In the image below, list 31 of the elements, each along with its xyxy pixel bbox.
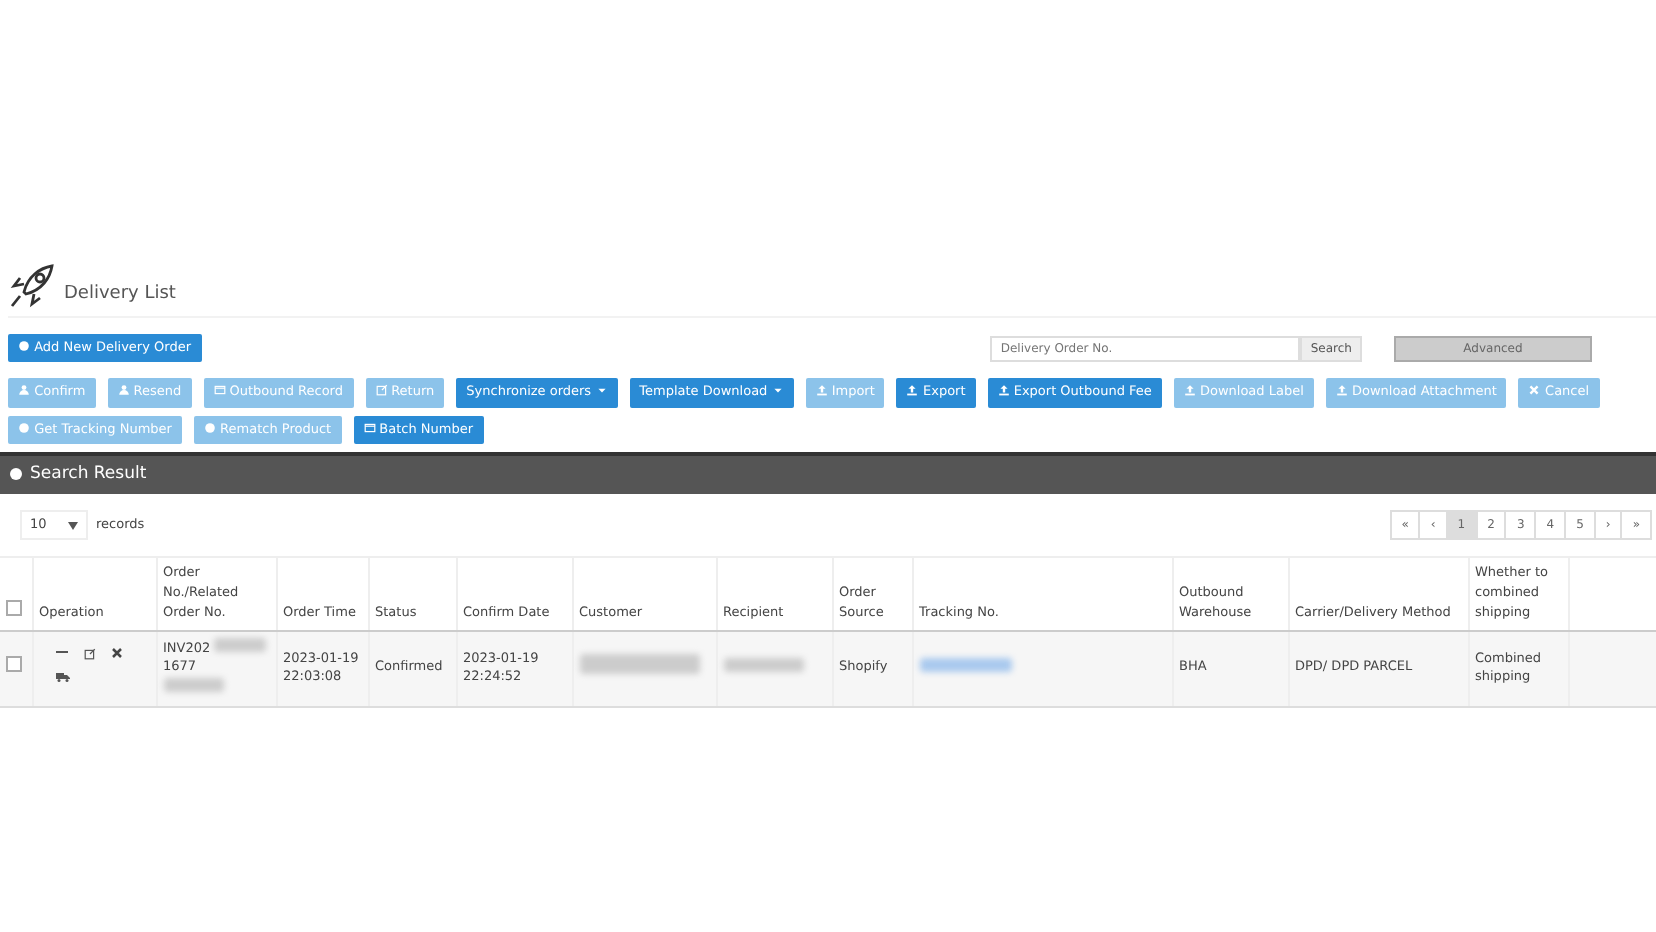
- caret-icon: [595, 384, 608, 397]
- select-all-checkbox[interactable]: [6, 599, 22, 616]
- upload-icon: [906, 384, 919, 397]
- caret-icon: [771, 384, 784, 397]
- user-icon: [18, 384, 30, 397]
- edit-icon: [375, 384, 387, 397]
- upload-icon: [1183, 384, 1196, 397]
- redacted-text: [579, 654, 699, 675]
- close-icon: [1528, 384, 1541, 397]
- redacted-text: [919, 657, 1011, 672]
- caret-icon: [68, 521, 78, 530]
- card-icon: [363, 421, 376, 434]
- upload-icon: [1335, 384, 1348, 397]
- page-title: Delivery List: [64, 281, 176, 307]
- panel-title: Search Result: [30, 461, 147, 488]
- upload-icon: [997, 384, 1010, 397]
- upload-icon: [815, 384, 828, 397]
- edit-icon[interactable]: [83, 648, 95, 661]
- circle-icon: [10, 468, 22, 481]
- redacted-text: [163, 678, 223, 693]
- circle-icon: [203, 421, 216, 434]
- user-icon: [117, 384, 130, 397]
- rocket-icon: [8, 264, 56, 308]
- row-checkbox[interactable]: [6, 656, 22, 673]
- circle-icon: [18, 340, 30, 352]
- card-icon: [213, 384, 226, 397]
- circle-icon: [18, 421, 30, 434]
- truck-icon[interactable]: [55, 672, 69, 683]
- close-icon[interactable]: [111, 648, 121, 659]
- redacted-text: [214, 637, 267, 652]
- redacted-text: [723, 657, 803, 672]
